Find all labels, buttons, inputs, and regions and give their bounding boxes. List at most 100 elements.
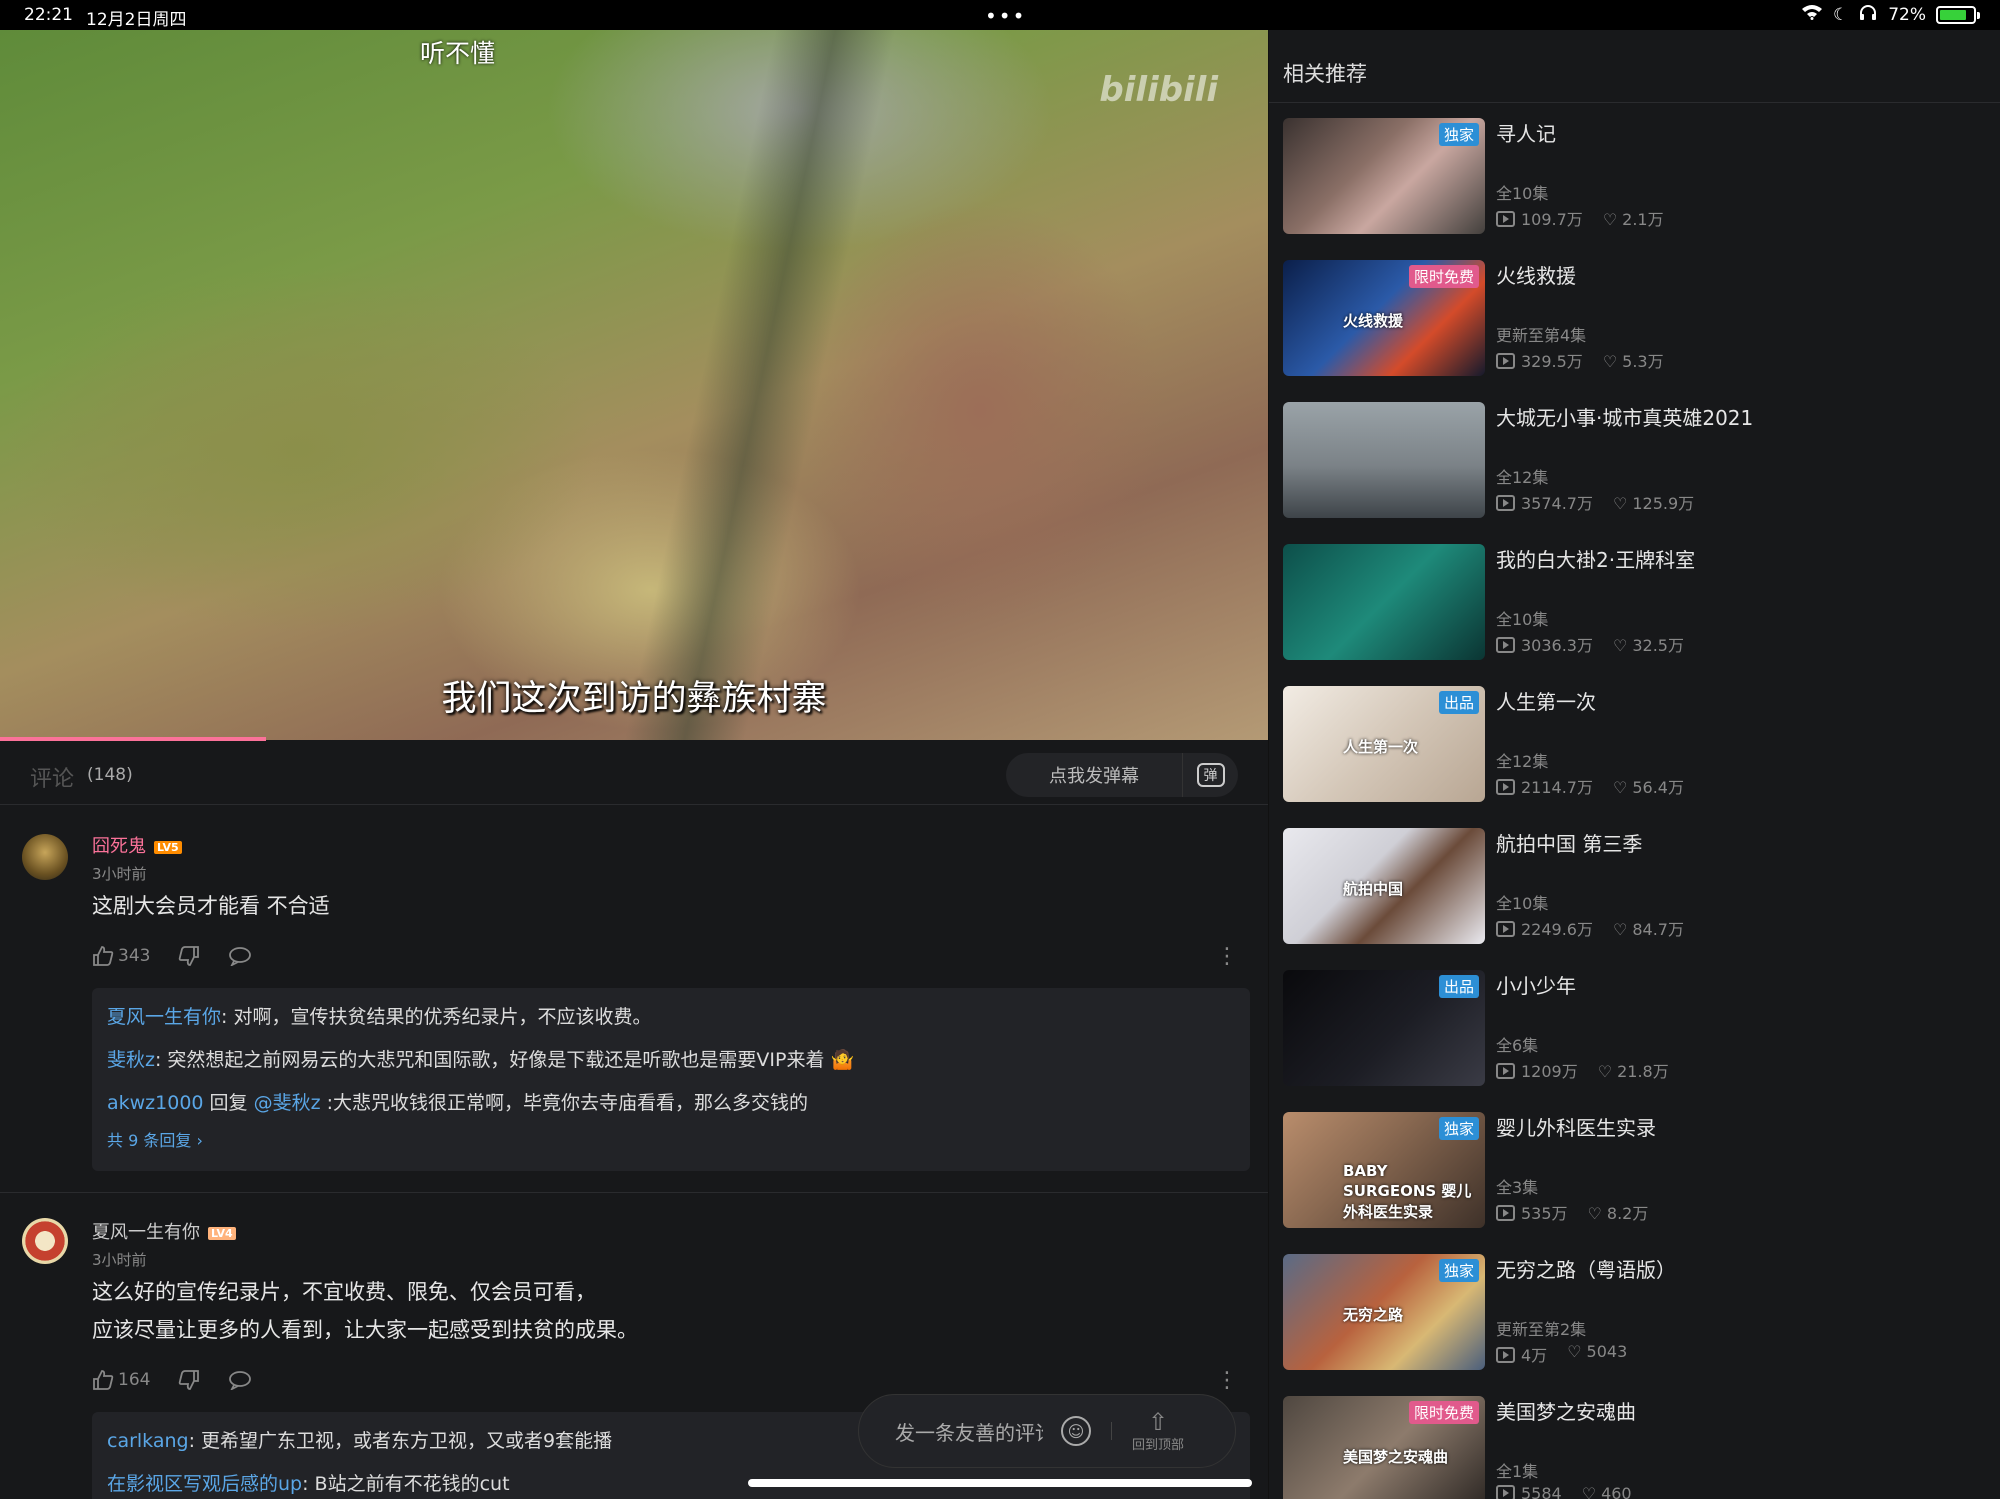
recommend-item[interactable]: 人生第一次 出品 人生第一次 全12集 2114.7万 ♡ 56.4万	[1283, 686, 1983, 802]
thumbnail-title-text: 无穷之路	[1343, 1306, 1404, 1324]
play-count-icon	[1496, 1063, 1515, 1079]
view-all-replies-link[interactable]: 共 9 条回复 ›	[107, 1125, 1235, 1157]
recommend-thumbnail[interactable]: 无穷之路 独家	[1283, 1254, 1485, 1370]
recommend-item-title[interactable]: 航拍中国 第三季	[1496, 828, 1642, 857]
recommend-badge: 独家	[1438, 123, 1479, 146]
recommend-thumbnail[interactable]: 独家	[1283, 118, 1485, 234]
recommend-badge: 独家	[1438, 1259, 1479, 1282]
heart-icon: ♡	[1581, 1484, 1597, 1499]
reply-username[interactable]: carlkang	[107, 1430, 189, 1452]
back-to-top-label: 回到顶部	[1132, 1437, 1185, 1453]
comment-count: (148)	[87, 765, 133, 785]
recommend-item-title[interactable]: 人生第一次	[1496, 686, 1596, 715]
emoji-icon[interactable]: ☺	[1061, 1416, 1091, 1446]
recommend-item-title[interactable]: 小小少年	[1496, 970, 1576, 999]
recommend-item[interactable]: 无穷之路 独家 无穷之路（粤语版） 更新至第2集 4万 ♡ 5043	[1283, 1254, 1983, 1370]
bilibili-watermark-logo: bilibili	[1099, 70, 1218, 110]
wifi-icon	[1801, 4, 1823, 25]
reply-item[interactable]: akwz1000 回复 @斐秋z :大悲咒收钱很正常啊，毕竟你去寺庙看看，那么多…	[107, 1082, 1235, 1125]
recommend-badge: 限时免费	[1408, 265, 1479, 288]
reply-button[interactable]	[228, 1370, 252, 1390]
recommend-thumbnail[interactable]	[1283, 402, 1485, 518]
comment-text-line: 这剧大会员才能看 不合适	[92, 894, 330, 918]
video-player[interactable]: 听不懂 bilibili 我们这次到访的彝族村寨	[0, 30, 1268, 740]
recommend-thumbnail[interactable]: 火线救援 限时免费	[1283, 260, 1485, 376]
thumbnail-title-text: 美国梦之安魂曲	[1343, 1448, 1449, 1466]
recommend-stats: 4万 ♡ 5043	[1496, 1342, 1627, 1366]
reply-username[interactable]: 夏风一生有你	[107, 1006, 221, 1028]
recommend-thumbnail[interactable]: BABY SURGEONS 婴儿外科医生实录 独家	[1283, 1112, 1485, 1228]
recommend-item-title[interactable]: 寻人记	[1496, 118, 1556, 147]
status-bar: 22:21 12月2日周四 ••• ☾ 72%	[0, 0, 2000, 30]
username-text[interactable]: 夏风一生有你	[92, 1222, 200, 1243]
recommend-item-title[interactable]: 美国梦之安魂曲	[1496, 1396, 1636, 1425]
like-button[interactable]: 343	[92, 946, 150, 966]
recommend-badge: 限时免费	[1408, 1401, 1479, 1424]
heart-icon: ♡	[1567, 1342, 1582, 1361]
reply-button[interactable]	[228, 946, 252, 966]
recommend-item[interactable]: 独家 寻人记 全10集 109.7万 ♡ 2.1万	[1283, 118, 1983, 234]
recommend-item[interactable]: 航拍中国 航拍中国 第三季 全10集 2249.6万 ♡ 84.7万	[1283, 828, 1983, 944]
recommend-item[interactable]: 大城无小事·城市真英雄2021 全12集 3574.7万 ♡ 125.9万	[1283, 402, 1983, 518]
play-count: 109.7万	[1496, 206, 1583, 230]
username-text[interactable]: 囧死鬼	[92, 836, 146, 857]
more-options-icon[interactable]: ⋮	[1216, 944, 1238, 969]
heart-icon: ♡	[1587, 1204, 1602, 1223]
recommend-thumbnail[interactable]: 人生第一次 出品	[1283, 686, 1485, 802]
recommend-item[interactable]: BABY SURGEONS 婴儿外科医生实录 独家 婴儿外科医生实录 全3集 535万 ♡…	[1283, 1112, 1983, 1228]
recommend-thumbnail[interactable]: 出品	[1283, 970, 1485, 1086]
recommend-item[interactable]: 出品 小小少年 全6集 1209万 ♡ 21.8万	[1283, 970, 1983, 1086]
favorite-count: ♡ 2.1万	[1602, 210, 1664, 229]
level-badge: LV5	[154, 840, 182, 854]
reply-mention[interactable]: @斐秋z	[254, 1092, 321, 1114]
recommend-item[interactable]: 美国梦之安魂曲 限时免费 美国梦之安魂曲 全1集 5584 ♡ 460	[1283, 1396, 1983, 1499]
recommend-thumbnail[interactable]: 美国梦之安魂曲 限时免费	[1283, 1396, 1485, 1499]
recommend-item[interactable]: 火线救援 限时免费 火线救援 更新至第4集 329.5万 ♡ 5.3万	[1283, 260, 1983, 376]
play-count-icon	[1496, 921, 1515, 937]
reply-username[interactable]: akwz1000	[107, 1092, 204, 1114]
favorite-count: ♡ 56.4万	[1613, 778, 1684, 797]
thumbnail-title-text: 航拍中国	[1343, 880, 1404, 898]
danmaku-toggle-button[interactable]: 弹	[1182, 753, 1238, 797]
reply-box[interactable]: 夏风一生有你: 对啊，宣传扶贫结果的优秀纪录片，不应该收费。 斐秋z: 突然想起…	[92, 988, 1250, 1171]
like-button[interactable]: 164	[92, 1370, 150, 1390]
recommend-item-title[interactable]: 无穷之路（粤语版）	[1496, 1254, 1676, 1283]
recommend-thumbnail[interactable]	[1283, 544, 1485, 660]
avatar[interactable]	[22, 834, 68, 880]
comment-username[interactable]: 夏风一生有你 LV4	[92, 1218, 236, 1244]
recommend-item-title[interactable]: 婴儿外科医生实录	[1496, 1112, 1656, 1141]
reply-item[interactable]: 斐秋z: 突然想起之前网易云的大悲咒和国际歌，好像是下载还是听歌也是需要VIP来…	[107, 1039, 1235, 1082]
recommend-stats: 535万 ♡ 8.2万	[1496, 1200, 1648, 1224]
comment-username[interactable]: 囧死鬼 LV5	[92, 832, 182, 858]
comment-tab-title[interactable]: 评论	[30, 761, 74, 793]
multitask-dots-icon[interactable]: •••	[985, 4, 1026, 28]
danmaku-input[interactable]: 点我发弹幕 弹	[1006, 753, 1238, 797]
avatar[interactable]	[22, 1218, 68, 1264]
recommend-item-title[interactable]: 我的白大褂2·王牌科室	[1496, 544, 1695, 573]
reply-word: 回复	[203, 1092, 254, 1114]
comment-actions: 164	[92, 1370, 252, 1390]
arrow-up-icon: ⇧	[1147, 1407, 1169, 1436]
recommend-item-title[interactable]: 火线救援	[1496, 260, 1576, 289]
dislike-button[interactable]	[178, 946, 200, 966]
reply-username[interactable]: 在影视区写观后感的up	[107, 1473, 302, 1495]
dislike-button[interactable]	[178, 1370, 200, 1390]
comment-divider	[0, 1192, 1268, 1193]
comment-input-bar[interactable]: 发一条友善的评论 ☺ ⇧ 回到顶部	[858, 1394, 1236, 1468]
comment-bubble-icon	[229, 1371, 252, 1390]
recommend-item-title[interactable]: 大城无小事·城市真英雄2021	[1496, 402, 1753, 431]
recommend-stats: 329.5万 ♡ 5.3万	[1496, 348, 1664, 372]
reply-item[interactable]: 夏风一生有你: 对啊，宣传扶贫结果的优秀纪录片，不应该收费。	[107, 996, 1235, 1039]
recommend-item[interactable]: 我的白大褂2·王牌科室 全10集 3036.3万 ♡ 32.5万	[1283, 544, 1983, 660]
reply-username[interactable]: 斐秋z	[107, 1049, 155, 1071]
more-options-icon[interactable]: ⋮	[1216, 1368, 1238, 1393]
comment-input-placeholder[interactable]: 发一条友善的评论	[895, 1417, 1043, 1446]
recommend-badge: 出品	[1438, 691, 1479, 714]
recommend-thumbnail[interactable]: 航拍中国	[1283, 828, 1485, 944]
battery-icon	[1936, 5, 1980, 24]
heart-icon: ♡	[1597, 1062, 1613, 1081]
thumbs-up-icon	[93, 1370, 114, 1390]
back-to-top-button[interactable]: ⇧ 回到顶部	[1132, 1410, 1184, 1453]
danmaku-placeholder[interactable]: 点我发弹幕	[1006, 762, 1182, 788]
home-indicator[interactable]	[748, 1479, 1252, 1487]
